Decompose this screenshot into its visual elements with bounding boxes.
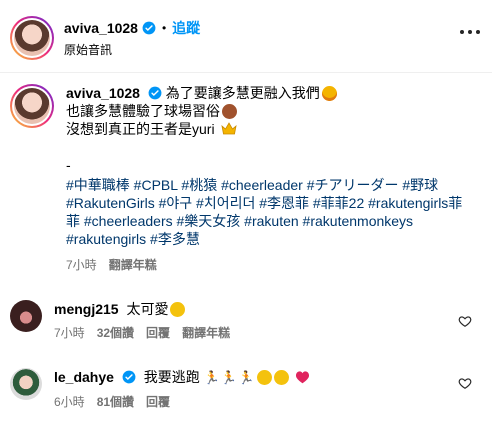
commenter-username[interactable]: mengj215 bbox=[54, 301, 119, 317]
red-heart-emoji-icon bbox=[296, 371, 310, 384]
laughing-emoji-icon bbox=[170, 302, 186, 317]
running-emoji-icon: 🏃🏃🏃 bbox=[203, 370, 256, 385]
crown-emoji-icon bbox=[221, 122, 238, 135]
like-heart-icon[interactable] bbox=[458, 376, 472, 390]
separator-dot: • bbox=[161, 21, 167, 35]
hashtag-line[interactable]: #rakutengirls #李多慧 bbox=[66, 230, 476, 248]
audio-subtitle[interactable]: 原始音訊 bbox=[64, 41, 200, 58]
verified-badge-icon bbox=[122, 370, 136, 384]
caption-line-2: 也讓多慧體驗了球場習俗 bbox=[66, 103, 220, 119]
author-username[interactable]: aviva_1028 bbox=[64, 20, 138, 36]
hashtag-line[interactable]: 菲 #cheerleaders #樂天女孩 #rakuten #rakutenm… bbox=[66, 212, 476, 230]
more-options-icon[interactable] bbox=[460, 30, 480, 34]
caption-avatar[interactable] bbox=[10, 84, 54, 128]
verified-badge-icon bbox=[148, 86, 162, 100]
reply-button[interactable]: 回覆 bbox=[146, 393, 170, 410]
comment-text: 太可愛 bbox=[126, 301, 169, 317]
hashtag-line[interactable]: #中華職棒 #CPBL #桃猿 #cheerleader #チアリーダー #野球 bbox=[66, 176, 476, 194]
commenter-username[interactable]: le_dahye bbox=[54, 369, 114, 385]
caption-line-1: 為了要讓多慧更融入我們 bbox=[165, 85, 320, 101]
reply-button[interactable]: 回覆 bbox=[146, 324, 170, 341]
comment-time: 6小時 bbox=[54, 395, 85, 409]
comment-item: mengj215 太可愛 7小時 32個讚 回覆 翻譯年糕 bbox=[10, 300, 482, 341]
comment-item: le_dahye 我要逃跑 🏃🏃🏃 6小時 81個讚 回覆 bbox=[10, 368, 482, 410]
caption-dash: - bbox=[66, 157, 71, 173]
like-heart-icon[interactable] bbox=[458, 314, 472, 328]
header-divider bbox=[0, 72, 492, 73]
comment-likes[interactable]: 81個讚 bbox=[97, 393, 134, 410]
rofl-emoji-icon bbox=[274, 370, 290, 385]
comment-likes[interactable]: 32個讚 bbox=[97, 324, 134, 341]
follow-button[interactable]: 追蹤 bbox=[172, 18, 200, 38]
comment-text: 我要逃跑 bbox=[143, 369, 200, 385]
commenter-avatar[interactable] bbox=[10, 368, 42, 400]
author-avatar[interactable] bbox=[10, 16, 54, 60]
caption-line-3: 沒想到真正的王者是yuri bbox=[66, 121, 215, 137]
comment-time: 7小時 bbox=[54, 326, 85, 340]
caption: aviva_1028 為了要讓多慧更融入我們 也讓多慧體驗了球場習俗 沒想到真正… bbox=[10, 84, 482, 273]
rofl-emoji-icon bbox=[257, 370, 273, 385]
commenter-avatar[interactable] bbox=[10, 300, 42, 332]
heart-eyes-emoji-icon bbox=[321, 86, 337, 101]
caption-username[interactable]: aviva_1028 bbox=[66, 85, 140, 101]
comment-translate-link[interactable]: 翻譯年糕 bbox=[182, 324, 230, 341]
monkey-emoji-icon bbox=[222, 104, 237, 119]
caption-time: 7小時 bbox=[66, 258, 97, 272]
hashtag-line[interactable]: #RakutenGirls #야구 #치어리더 #李恩菲 #菲菲22 #raku… bbox=[66, 194, 476, 212]
post-header: aviva_1028 • 追蹤 原始音訊 bbox=[10, 14, 482, 62]
verified-badge-icon bbox=[142, 21, 156, 35]
caption-translate-link[interactable]: 翻譯年糕 bbox=[109, 256, 157, 273]
